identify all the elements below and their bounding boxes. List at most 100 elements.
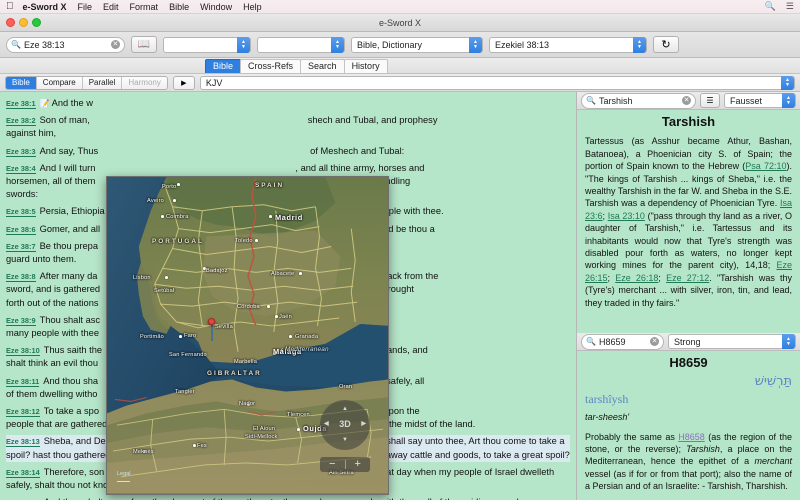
apple-icon[interactable]: 	[6, 2, 14, 12]
chevron-updown-icon[interactable]: ▲▼	[782, 93, 795, 108]
combo-blank-2[interactable]: ▲▼	[257, 37, 345, 53]
bible-text-pane[interactable]: Eze 38:1📝 And the w Eze 38:2Son of man,s…	[0, 92, 576, 500]
chevron-updown-icon[interactable]: ▲▼	[781, 76, 794, 90]
play-button[interactable]: ▶	[173, 76, 195, 90]
segment-compare[interactable]: Compare	[37, 77, 83, 89]
map-legal-link[interactable]: Legal	[117, 468, 130, 482]
menu-item-window[interactable]: Window	[200, 2, 232, 12]
verse-ref[interactable]: Eze 38:9	[6, 316, 36, 326]
reference-search-field[interactable]: 🔍 ✕	[6, 37, 125, 53]
compass-up-icon[interactable]: ▲	[342, 403, 348, 416]
dictionary-search-field[interactable]: 🔍 ✕	[581, 93, 696, 109]
dictionary-module-selector[interactable]: Fausset ▲▼	[724, 93, 796, 108]
map-label: Tangier	[175, 386, 195, 399]
note-icon[interactable]: 📝	[40, 99, 50, 108]
verse-ref[interactable]: Eze 38:14	[6, 468, 40, 478]
tab-history[interactable]: History	[344, 59, 388, 73]
chevron-updown-icon[interactable]: ▲▼	[237, 37, 250, 53]
verse-text: Thou shalt asc	[40, 315, 100, 325]
verse-text: After many da	[40, 271, 98, 281]
scripture-link[interactable]: Eze 26:18	[615, 273, 658, 283]
menu-item-edit[interactable]: Edit	[103, 2, 119, 12]
verse-ref[interactable]: Eze 38:4	[6, 164, 36, 174]
strongs-link[interactable]: H8658	[678, 432, 705, 442]
search-icon[interactable]: 🔍	[765, 1, 776, 12]
open-book-button[interactable]: 📖	[131, 36, 157, 53]
map-window[interactable]: Porto Aveiro Coimbra PORTUGAL Lisbon Set…	[106, 176, 389, 495]
menu-item-file[interactable]: File	[78, 2, 93, 12]
verse-ref[interactable]: Eze 38:2	[6, 116, 36, 126]
map-zoom-control[interactable]: − +	[320, 457, 370, 472]
verse-ref[interactable]: Eze 38:6	[6, 225, 36, 235]
list-icon[interactable]: ☰	[786, 1, 794, 12]
verse-reference-selector[interactable]: Ezekiel 38:13 ▲▼	[489, 37, 647, 53]
menu-item-help[interactable]: Help	[243, 2, 262, 12]
dictionary-content[interactable]: Tarshish Tartessus (as Asshur became Ath…	[577, 110, 800, 333]
clear-icon[interactable]: ✕	[111, 40, 120, 49]
verse-ref[interactable]: Eze 38:5	[6, 207, 36, 217]
menu-item-format[interactable]: Format	[130, 2, 159, 12]
verse-ref[interactable]: Eze 38:7	[6, 242, 36, 252]
verse-text-tail: against him,	[6, 128, 56, 138]
tab-search[interactable]: Search	[300, 59, 345, 73]
verse-ref[interactable]: Eze 38:12	[6, 407, 40, 417]
segment-bible[interactable]: Bible	[6, 77, 37, 89]
map-label-city-major: Madrid	[275, 211, 303, 224]
chevron-updown-icon[interactable]: ▲▼	[782, 334, 795, 349]
tab-cross-refs[interactable]: Cross-Refs	[240, 59, 301, 73]
map-label-sea: Mediterranean	[285, 343, 329, 356]
clear-icon[interactable]: ✕	[682, 96, 691, 105]
compass-down-icon[interactable]: ▼	[342, 434, 348, 447]
clear-icon[interactable]: ✕	[650, 337, 659, 346]
chevron-updown-icon[interactable]: ▲▼	[331, 37, 344, 53]
verse-text: And say, Thus	[40, 146, 99, 156]
verse-ref[interactable]: Eze 38:1	[6, 99, 36, 109]
map-3d-compass[interactable]: ▲ ▼ ◀ ▶ 3D	[320, 400, 370, 450]
search-input[interactable]	[24, 40, 108, 50]
verse-ref[interactable]: Eze 38:11	[6, 377, 39, 387]
chevron-updown-icon[interactable]: ▲▼	[633, 37, 646, 53]
zoom-out-button[interactable]: −	[320, 459, 345, 470]
map-city-dot	[161, 215, 164, 218]
verse-row[interactable]: Eze 38:15And thou shalt come from thy pl…	[6, 496, 570, 500]
zoom-in-button[interactable]: +	[346, 459, 371, 470]
dictionary-list-button[interactable]: ☰	[700, 93, 720, 108]
menu-item-app[interactable]: e-Sword X	[23, 2, 67, 12]
dictionary-block: 🔍 ✕ ☰ Fausset ▲▼ Tarshish Tartessus (as …	[577, 92, 800, 333]
menu-item-bible[interactable]: Bible	[169, 2, 189, 12]
verse-ref[interactable]: Eze 38:10	[6, 346, 40, 356]
strongs-content[interactable]: H8659 תַּרְשִׁישׁ tarshîysh tar-sheesh' …	[577, 351, 800, 500]
chevron-updown-icon[interactable]: ▲▼	[469, 37, 482, 53]
scripture-link[interactable]: Psa 72:10	[745, 161, 786, 171]
compass-right-icon[interactable]: ▶	[361, 418, 366, 431]
map-label: Aveiro	[147, 195, 164, 208]
combo-blank-1[interactable]: ▲▼	[163, 37, 251, 53]
verse-text-tail: shalt think an evil thou	[6, 358, 98, 368]
def-text: vessel (as if for or from that port); al…	[585, 469, 792, 491]
verse-row[interactable]: Eze 38:1📝 And the w	[6, 97, 570, 110]
verse-text-cont: of Meshech and Tubal:	[310, 146, 404, 156]
strongs-search-field[interactable]: 🔍 ✕	[581, 334, 664, 350]
strongs-search-input[interactable]	[599, 337, 647, 347]
map-label: San Fernando	[169, 349, 207, 362]
dictionary-search-input[interactable]	[599, 96, 679, 106]
compass-left-icon[interactable]: ◀	[324, 418, 329, 431]
refresh-button[interactable]: ↻	[653, 36, 679, 53]
verse-ref[interactable]: Eze 38:8	[6, 272, 36, 282]
tab-bible[interactable]: Bible	[205, 59, 241, 73]
map-3d-label[interactable]: 3D	[339, 418, 351, 431]
segment-parallel[interactable]: Parallel	[83, 77, 123, 89]
translation-selector[interactable]: KJV ▲▼	[200, 76, 795, 90]
map-location-pin[interactable]	[208, 318, 215, 325]
scripture-link[interactable]: Eze 27:12	[666, 273, 709, 283]
verse-row[interactable]: Eze 38:2Son of man,shech and Tubal, and …	[6, 114, 570, 140]
refresh-icon: ↻	[661, 38, 670, 51]
verse-ref[interactable]: Eze 38:3	[6, 147, 36, 157]
strongs-module-selector[interactable]: Strong ▲▼	[668, 334, 796, 349]
module-selector[interactable]: Bible, Dictionary ▲▼	[351, 37, 483, 53]
verse-row[interactable]: Eze 38:3 And say, Thus of Meshech and Tuba…	[6, 145, 570, 158]
verse-ref[interactable]: Eze 38:13	[6, 437, 40, 447]
tab-strip: Bible Cross-Refs Search History	[0, 58, 800, 74]
scripture-link[interactable]: Isa 23:10	[608, 211, 645, 221]
module-selector-value: Bible, Dictionary	[357, 40, 422, 50]
